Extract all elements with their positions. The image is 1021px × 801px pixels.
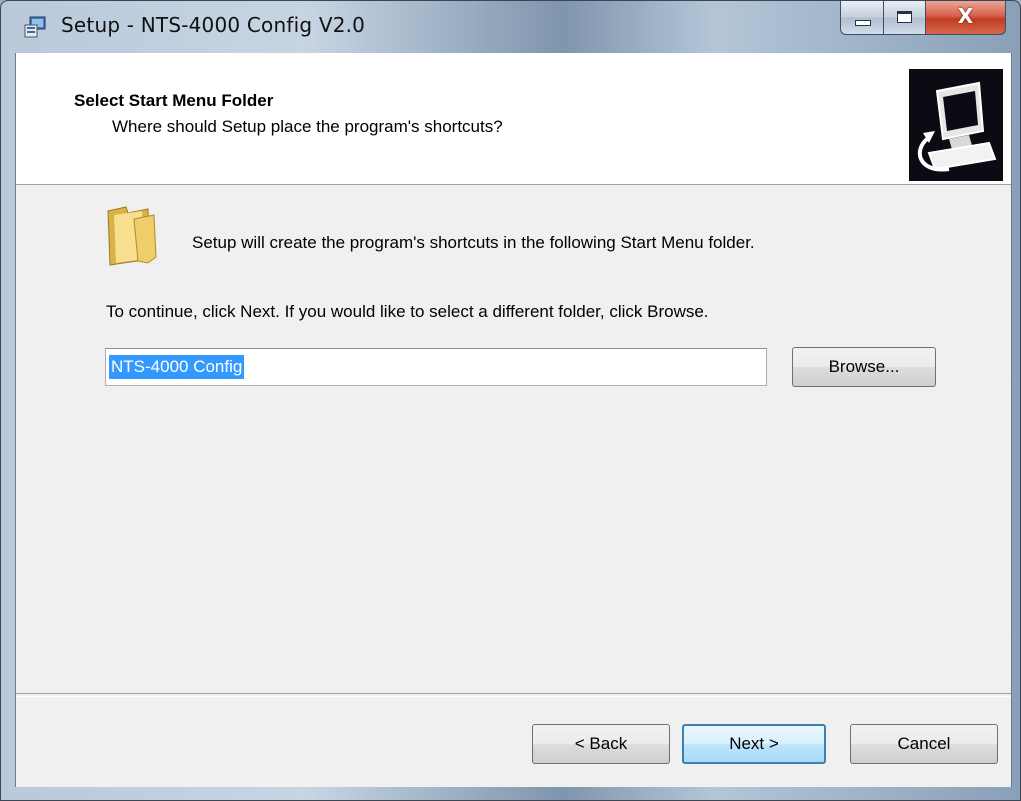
intro-text: Setup will create the program's shortcut… <box>192 233 755 252</box>
folder-icon <box>107 206 157 266</box>
wizard-client-area: Select Start Menu Folder Where should Se… <box>15 53 1012 787</box>
wizard-header: Select Start Menu Folder Where should Se… <box>16 53 1011 185</box>
caption-buttons: X <box>840 1 1006 37</box>
footer-divider <box>16 693 1011 697</box>
title-bar[interactable]: Setup - NTS-4000 Config V2.0 X <box>1 1 1020 53</box>
maximize-button <box>884 1 926 35</box>
start-menu-folder-input[interactable]: NTS-4000 Config <box>105 348 767 386</box>
minimize-button[interactable] <box>840 1 884 35</box>
close-button[interactable]: X <box>926 1 1006 35</box>
page-title: Select Start Menu Folder <box>74 91 274 110</box>
cancel-button[interactable]: Cancel <box>850 724 998 764</box>
browse-button[interactable]: Browse... <box>792 347 936 387</box>
close-icon: X <box>957 4 974 28</box>
maximize-icon <box>897 11 912 23</box>
page-subtitle: Where should Setup place the program's s… <box>112 117 503 136</box>
next-button[interactable]: Next > <box>682 724 826 764</box>
folder-input-value: NTS-4000 Config <box>109 355 245 379</box>
computer-wizard-icon <box>909 69 1003 181</box>
wizard-body: Setup will create the program's shortcut… <box>16 185 1011 685</box>
setup-window: Setup - NTS-4000 Config V2.0 X Select St… <box>0 0 1021 801</box>
window-title: Setup - NTS-4000 Config V2.0 <box>61 13 366 37</box>
back-button[interactable]: < Back <box>532 724 670 764</box>
instruction-text: To continue, click Next. If you would li… <box>106 302 709 321</box>
minimize-icon <box>855 20 871 26</box>
setup-app-icon <box>24 16 46 38</box>
